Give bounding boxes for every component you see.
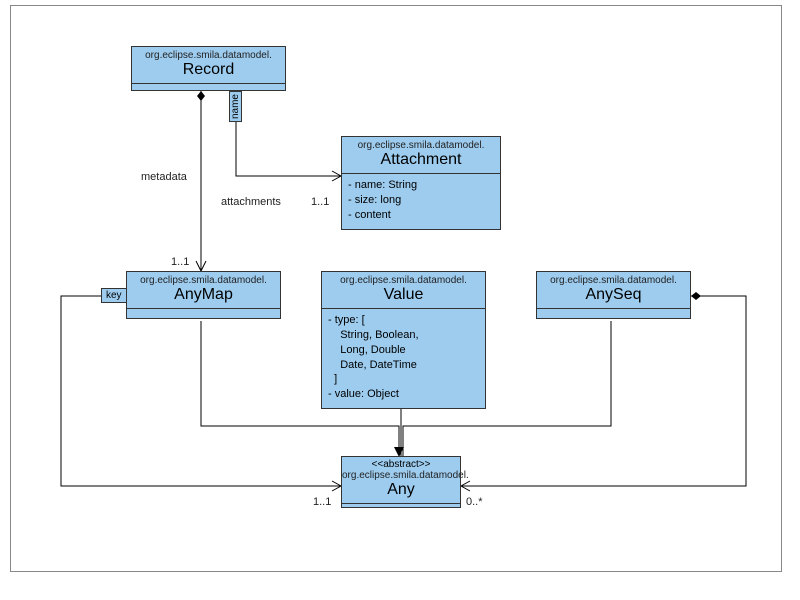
pkg-label: org.eclipse.smila.datamodel.: [322, 272, 485, 286]
class-anyseq: org.eclipse.smila.datamodel. AnySeq: [536, 271, 691, 319]
attr: - content: [348, 208, 494, 223]
pkg-label: org.eclipse.smila.datamodel.: [537, 272, 690, 286]
label-metadata: metadata: [141, 171, 187, 183]
class-name: Attachment: [342, 151, 500, 173]
mult-1-1: 1..1: [171, 256, 189, 268]
class-name: Record: [132, 61, 285, 83]
mult-1-1: 1..1: [311, 196, 329, 208]
attr: - type: [: [328, 313, 479, 328]
pkg-label: org.eclipse.smila.datamodel.: [127, 272, 280, 286]
mult-0-star: 0..*: [466, 496, 483, 508]
diagram-canvas: org.eclipse.smila.datamodel. Record org.…: [10, 5, 782, 572]
mult-1-1: 1..1: [313, 496, 331, 508]
attr: - name: String: [348, 178, 494, 193]
class-attachment: org.eclipse.smila.datamodel. Attachment …: [341, 136, 501, 230]
class-body: - name: String - size: long - content: [342, 174, 500, 229]
attr: ]: [328, 372, 479, 387]
class-body: - type: [ String, Boolean, Long, Double …: [322, 309, 485, 408]
pkg-label: org.eclipse.smila.datamodel.: [342, 137, 500, 151]
class-value: org.eclipse.smila.datamodel. Value - typ…: [321, 271, 486, 409]
attr: Date, DateTime: [328, 358, 479, 373]
class-name: Value: [322, 286, 485, 308]
pkg-label: org.eclipse.smila.datamodel.: [342, 470, 460, 481]
class-name: Any: [342, 481, 460, 503]
class-anymap: org.eclipse.smila.datamodel. AnyMap: [126, 271, 281, 319]
class-any: <<abstract>> org.eclipse.smila.datamodel…: [341, 456, 461, 508]
attr: Long, Double: [328, 343, 479, 358]
stereotype: <<abstract>>: [342, 457, 460, 470]
class-name: AnySeq: [537, 286, 690, 308]
qualifier-name: name: [229, 91, 242, 122]
attr: - size: long: [348, 193, 494, 208]
label-attachments: attachments: [221, 196, 281, 208]
attr: String, Boolean,: [328, 328, 479, 343]
attr: - value: Object: [328, 387, 479, 402]
qualifier-key: key: [101, 288, 127, 303]
class-record: org.eclipse.smila.datamodel. Record: [131, 46, 286, 91]
pkg-label: org.eclipse.smila.datamodel.: [132, 47, 285, 61]
class-name: AnyMap: [127, 286, 280, 308]
